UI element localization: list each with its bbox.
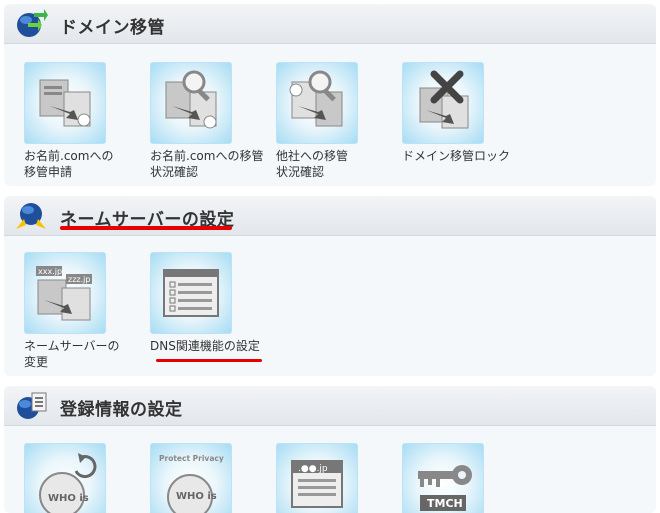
document-search-icon xyxy=(289,70,343,127)
document-search-icon xyxy=(165,70,217,129)
whois-refresh-icon: WHO is xyxy=(39,453,97,513)
svg-text:xxx.jp: xxx.jp xyxy=(38,267,62,276)
section-registration-info: 登録情報の設定 WHO is Protect Privacy WHO is .●… xyxy=(4,386,656,513)
globe-transfer-icon xyxy=(17,9,48,37)
item-label[interactable]: ドメイン移管ロック xyxy=(402,148,527,164)
dns-list-icon xyxy=(163,269,219,317)
whois-item[interactable]: WHO is xyxy=(24,443,149,513)
transfer-lock-icon xyxy=(419,70,469,129)
item-label[interactable]: ネームサーバーの 変更 xyxy=(24,338,149,370)
tile[interactable] xyxy=(276,62,358,144)
globe-arrows-icon xyxy=(16,203,46,229)
transfer-lock-item[interactable]: ドメイン移管ロック xyxy=(402,62,527,164)
highlight-underline-dns xyxy=(156,359,262,362)
nameserver-change-item[interactable]: xxx.jp zzz.jp ネームサーバーの 変更 xyxy=(24,252,149,370)
item-label[interactable]: DNS関連機能の設定 xyxy=(150,338,275,354)
svg-text:zzz.jp: zzz.jp xyxy=(68,275,90,284)
transfer-in-status-item[interactable]: お名前.comへの移管 状況確認 xyxy=(150,62,275,180)
section-title: ドメイン移管 xyxy=(60,18,165,38)
tile[interactable]: .●●.jp xyxy=(276,443,358,513)
dns-settings-item[interactable]: DNS関連機能の設定 xyxy=(150,252,275,354)
whois-privacy-icon: Protect Privacy WHO is xyxy=(159,454,224,513)
svg-text:.●●.jp: .●●.jp xyxy=(298,464,328,474)
tmch-item[interactable]: TMCH xyxy=(402,443,527,513)
section-header: ネームサーバーの設定 xyxy=(4,196,656,236)
item-label[interactable]: 他社への移管 状況確認 xyxy=(276,148,401,180)
tile[interactable] xyxy=(150,252,232,334)
svg-text:WHO is: WHO is xyxy=(48,493,89,504)
whois-privacy-item[interactable]: Protect Privacy WHO is xyxy=(150,443,275,513)
highlight-underline-title xyxy=(60,226,232,230)
section-header: 登録情報の設定 xyxy=(4,386,656,426)
svg-text:Protect Privacy: Protect Privacy xyxy=(159,454,224,463)
domain-document-icon: .●●.jp xyxy=(291,460,343,508)
tile[interactable] xyxy=(150,62,232,144)
globe-document-icon xyxy=(17,392,47,419)
section-domain-transfer: ドメイン移管 お名前.comへの 移管申請 お名前.comへの移管 状況確認 他… xyxy=(4,4,656,186)
tile[interactable]: Protect Privacy WHO is xyxy=(150,443,232,513)
tile[interactable]: xxx.jp zzz.jp xyxy=(24,252,106,334)
transfer-out-status-item[interactable]: 他社への移管 状況確認 xyxy=(276,62,401,180)
item-label[interactable]: お名前.comへの 移管申請 xyxy=(24,148,149,180)
item-label[interactable]: お名前.comへの移管 状況確認 xyxy=(150,148,275,180)
svg-text:TMCH: TMCH xyxy=(427,497,463,510)
tile[interactable] xyxy=(402,62,484,144)
transfer-in-request-item[interactable]: お名前.comへの 移管申請 xyxy=(24,62,149,180)
section-nameserver: ネームサーバーの設定 xxx.jp zzz.jp ネームサーバーの 変更 DNS… xyxy=(4,196,656,376)
tile[interactable]: WHO is xyxy=(24,443,106,513)
domain-info-item[interactable]: .●●.jp xyxy=(276,443,401,513)
section-title: 登録情報の設定 xyxy=(60,400,183,420)
nameserver-change-icon: xxx.jp zzz.jp xyxy=(36,266,92,321)
tile[interactable]: TMCH xyxy=(402,443,484,513)
section-header: ドメイン移管 xyxy=(4,4,656,44)
tmch-key-icon: TMCH xyxy=(418,465,472,511)
tile[interactable] xyxy=(24,62,106,144)
document-transfer-icon xyxy=(39,79,91,127)
svg-text:WHO is: WHO is xyxy=(176,491,217,502)
